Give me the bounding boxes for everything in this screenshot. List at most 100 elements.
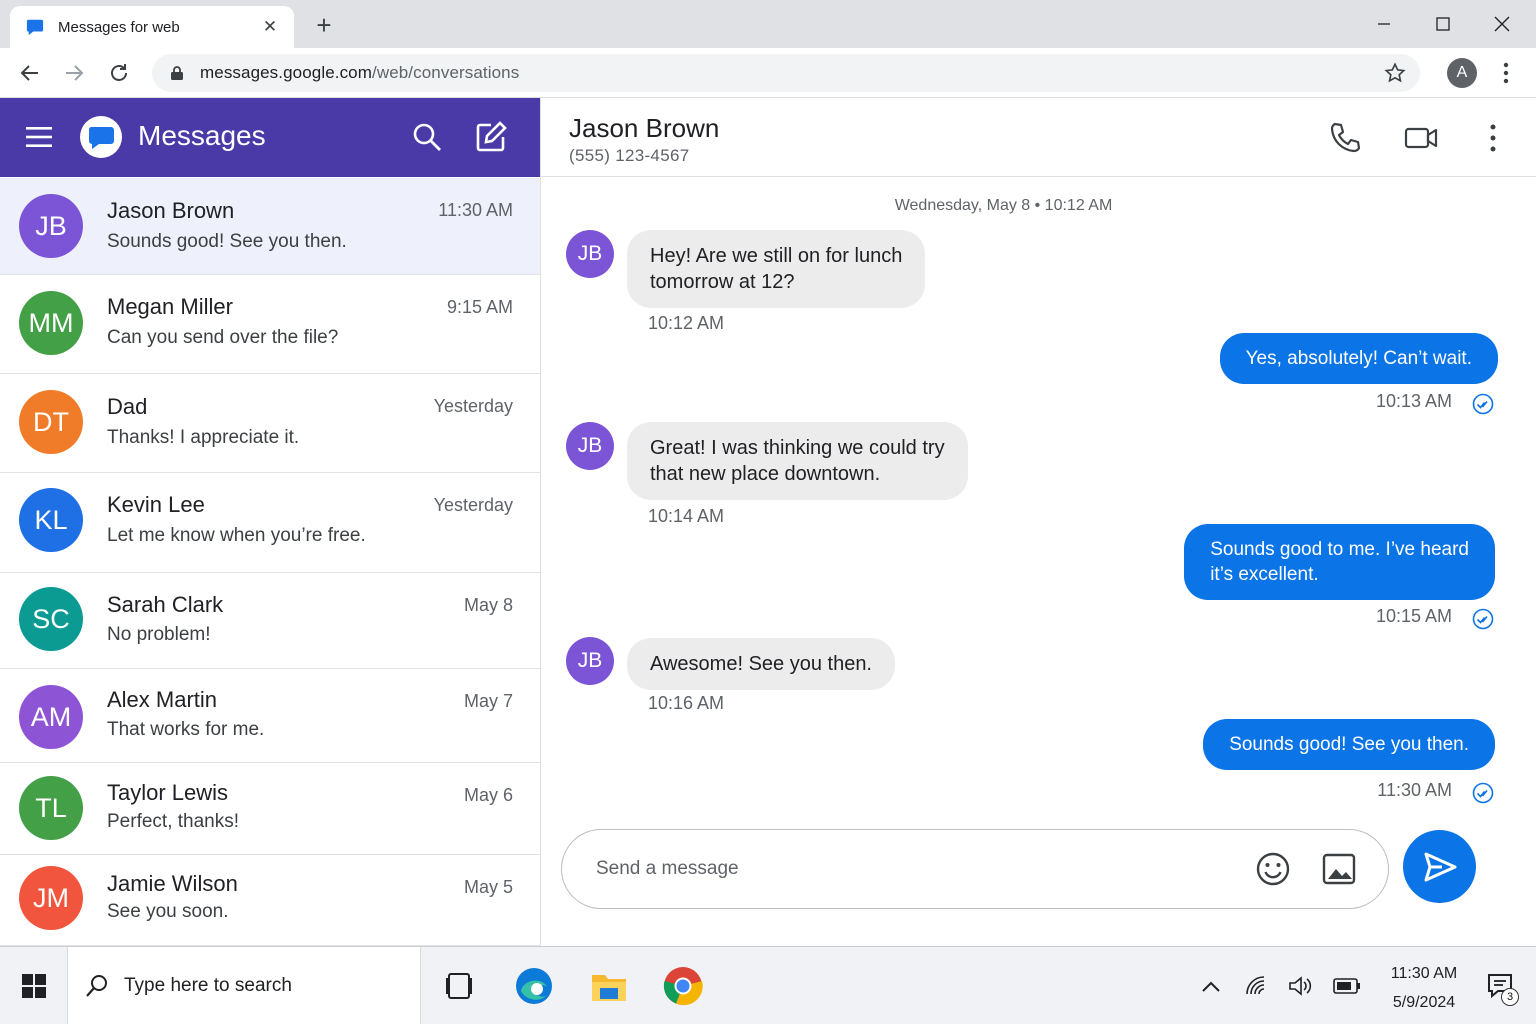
read-receipt-icon (1472, 608, 1494, 630)
conversation-snippet: Sounds good! See you then. (107, 231, 347, 252)
message-input[interactable] (596, 852, 1236, 886)
screen: Messages for web ✕ + messages.google.com… (0, 0, 1536, 1024)
conversation-snippet: Can you send over the file? (107, 327, 339, 348)
emoji-icon[interactable] (1254, 850, 1292, 888)
browser-toolbar: messages.google.com/web/conversations A (0, 48, 1536, 98)
compose-icon[interactable] (474, 120, 508, 154)
taskbar-search-placeholder: Type here to search (124, 975, 292, 996)
minimize-button[interactable] (1354, 0, 1414, 48)
new-tab-button[interactable]: + (308, 10, 340, 42)
avatar: JM (19, 866, 83, 930)
conversation-name: Kevin Lee (107, 492, 205, 517)
conversation-time: Yesterday (433, 495, 513, 515)
maximize-button[interactable] (1413, 0, 1473, 48)
back-button[interactable] (14, 57, 46, 89)
conversation-row[interactable]: TL Taylor Lewis Perfect, thanks! May 6 (0, 763, 540, 855)
conversation-row[interactable]: JB Jason Brown Sounds good! See you then. 1… (0, 178, 540, 275)
avatar: AM (19, 685, 83, 749)
message-text-line: it’s excellent. (1210, 564, 1319, 585)
search-icon (86, 975, 107, 997)
close-window-button[interactable] (1472, 0, 1532, 48)
outgoing-message-bubble[interactable]: Sounds good to me. I’ve heard it’s excell… (1184, 524, 1495, 600)
battery-button[interactable] (1332, 971, 1362, 1001)
avatar: KL (19, 488, 83, 552)
conversation-sidebar: Messages JB Jason Brown Sounds good! See y… (0, 98, 541, 946)
taskbar-search-box[interactable]: Type here to search (68, 947, 421, 1024)
forward-button[interactable] (58, 57, 90, 89)
tab-title: Messages for web (58, 18, 180, 36)
message-timestamp: 10:14 AM (648, 506, 725, 526)
url-domain: messages.google.com (200, 63, 372, 82)
start-button[interactable] (0, 947, 68, 1024)
messages-logo (80, 116, 122, 158)
conversation-row[interactable]: KL Kevin Lee Let me know when you’re free.… (0, 473, 540, 573)
hamburger-menu-icon[interactable] (24, 124, 54, 150)
bookmark-star-icon[interactable] (1384, 62, 1406, 84)
conversation-time: May 7 (463, 691, 513, 711)
conversation-row[interactable]: MM Megan Miller Can you send over the file… (0, 275, 540, 374)
incoming-message-bubble[interactable]: Great! I was thinking we could try that n… (627, 422, 968, 500)
conversation-name: Alex Martin (107, 687, 218, 712)
conversation-name: Megan Miller (107, 294, 233, 319)
send-button[interactable] (1403, 830, 1476, 903)
conversation-time: 11:30 AM (438, 200, 513, 220)
outgoing-message-bubble[interactable]: Sounds good! See you then. (1203, 719, 1495, 770)
message-text-line: Yes, absolutely! Can’t wait. (1245, 348, 1472, 369)
conversation-time: 9:15 AM (446, 297, 513, 317)
incoming-message-bubble[interactable]: Awesome! See you then. (627, 638, 895, 690)
avatar: SC (19, 587, 83, 651)
conversation-snippet: Thanks! I appreciate it. (107, 427, 300, 448)
sidebar-header: Messages (0, 98, 540, 177)
profile-avatar[interactable]: A (1447, 58, 1477, 88)
image-attach-icon[interactable] (1320, 850, 1358, 888)
conversation-row[interactable]: JM Jamie Wilson See you soon. May 5 (0, 855, 540, 946)
video-call-icon[interactable] (1403, 120, 1439, 156)
battery-icon (1333, 978, 1360, 994)
conversation-snippet: That works for me. (107, 719, 265, 740)
contact-name: Jason Brown (569, 113, 720, 143)
chrome-browser-icon[interactable] (662, 965, 704, 1007)
conversation-row[interactable]: DT Dad Thanks! I appreciate it. Yesterday (0, 374, 540, 473)
message-text-line: that new place downtown. (650, 463, 881, 485)
address-bar[interactable]: messages.google.com/web/conversations (152, 54, 1420, 92)
message-text-line: Sounds good to me. I’ve heard (1210, 539, 1469, 560)
message-text-line: tomorrow at 12? (650, 271, 795, 293)
taskbar-clock[interactable]: 11:30 AM 5/9/2024 (1372, 959, 1476, 1017)
url-path: /web/conversations (372, 63, 520, 82)
conversation-time: May 5 (463, 877, 513, 897)
avatar: DT (19, 390, 83, 454)
outgoing-message-bubble[interactable]: Yes, absolutely! Can’t wait. (1219, 333, 1498, 384)
volume-button[interactable] (1285, 971, 1315, 1001)
task-view-icon[interactable] (438, 965, 480, 1007)
windows-logo-icon (21, 974, 46, 998)
clock-date: 5/9/2024 (1392, 994, 1456, 1011)
wifi-icon (1246, 976, 1265, 995)
conversation-row[interactable]: AM Alex Martin That works for me. May 7 (0, 669, 540, 763)
conversation-snippet: No problem! (107, 624, 211, 645)
avatar: TL (19, 776, 83, 840)
show-hidden-icons-button[interactable] (1196, 971, 1226, 1001)
reload-button[interactable] (103, 57, 135, 89)
tab-close-icon[interactable]: ✕ (258, 17, 282, 37)
edge-browser-icon[interactable] (513, 965, 555, 1007)
avatar: JB (19, 194, 83, 258)
file-explorer-icon[interactable] (588, 965, 630, 1007)
app-title: Messages (138, 120, 266, 151)
conversation-row[interactable]: SC Sarah Clark No problem! May 8 (0, 573, 540, 669)
network-button[interactable] (1241, 971, 1271, 1001)
browser-tab[interactable]: Messages for web ✕ (10, 6, 294, 48)
minimize-icon (1378, 23, 1390, 25)
phone-call-icon[interactable] (1327, 120, 1363, 156)
read-receipt-icon (1472, 393, 1494, 415)
volume-icon (1289, 976, 1312, 996)
incoming-message-bubble[interactable]: Hey! Are we still on for lunch tomorrow a… (627, 230, 926, 308)
search-icon[interactable] (410, 120, 444, 154)
message-text-line: Hey! Are we still on for lunch (650, 245, 903, 267)
maximize-icon (1436, 17, 1450, 31)
conversation-name: Dad (107, 394, 148, 419)
message-avatar: JB (566, 230, 614, 278)
message-avatar: JB (566, 637, 614, 685)
more-options-icon[interactable] (1475, 120, 1511, 156)
message-text-line: Sounds good! See you then. (1229, 734, 1469, 755)
browser-menu-icon[interactable] (1494, 60, 1518, 86)
